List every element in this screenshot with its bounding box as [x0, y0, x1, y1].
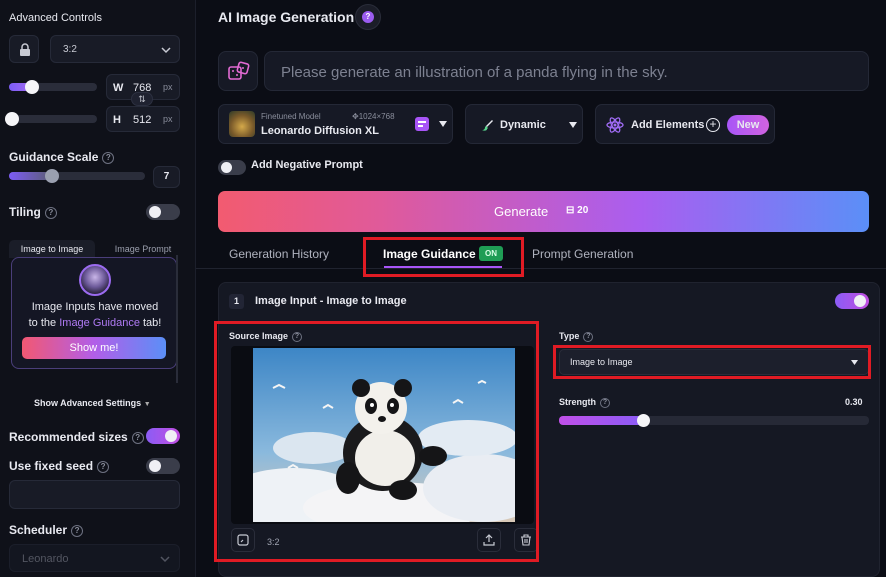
- image-guidance-link[interactable]: Image Guidance: [59, 317, 140, 329]
- wizard-avatar: [79, 264, 111, 296]
- recommended-sizes-label: Recommended sizes?: [9, 430, 144, 444]
- model-select[interactable]: Finetuned Model ✥1024×768 Leonardo Diffu…: [218, 104, 453, 144]
- height-slider-thumb[interactable]: [5, 112, 19, 126]
- guidance-slider-thumb[interactable]: [45, 169, 59, 183]
- plus-icon: +: [706, 118, 720, 132]
- height-field[interactable]: H 512 px: [106, 106, 180, 132]
- caret-down-icon: [439, 121, 447, 127]
- help-icon[interactable]: ?: [600, 397, 610, 408]
- highlight-source-image: [214, 321, 539, 562]
- prompt-placeholder: Please generate an illustration of a pan…: [281, 64, 668, 81]
- image-input-toggle[interactable]: [835, 293, 869, 309]
- show-me-button[interactable]: Show me!: [22, 337, 166, 359]
- guidance-value[interactable]: 7: [153, 166, 180, 188]
- strength-slider-thumb[interactable]: [636, 414, 650, 427]
- height-slider[interactable]: [5, 112, 97, 126]
- tab-image-prompt[interactable]: Image Prompt: [100, 240, 186, 258]
- sidebar: Advanced Controls 3:2 W 768 px ⇅ H 512 p…: [0, 0, 196, 577]
- width-unit: px: [163, 82, 173, 92]
- dice-icon: [228, 61, 250, 80]
- swap-dimensions-icon[interactable]: ⇅: [131, 92, 153, 106]
- model-settings-icon[interactable]: [415, 117, 429, 131]
- help-icon[interactable]: ?: [583, 331, 594, 342]
- panel-title: Image Input - Image to Image: [255, 295, 407, 307]
- model-size: ✥1024×768: [352, 112, 395, 121]
- move-icon: ✥: [352, 112, 359, 121]
- seed-input[interactable]: [9, 480, 180, 509]
- help-icon[interactable]: ?: [131, 431, 144, 444]
- sidebar-scrollbar[interactable]: [176, 255, 178, 383]
- negative-prompt-toggle[interactable]: [218, 160, 246, 175]
- lock-icon: [20, 43, 30, 56]
- style-select[interactable]: Dynamic: [465, 104, 583, 144]
- help-icon[interactable]: ?: [102, 151, 115, 164]
- highlight-type-select: [553, 345, 871, 379]
- token-icon: ⊟: [566, 205, 578, 216]
- model-name: Leonardo Diffusion XL: [261, 125, 379, 137]
- advanced-controls-title: Advanced Controls: [9, 12, 102, 24]
- scheduler-value: Leonardo: [22, 553, 69, 565]
- type-label: Type?: [559, 331, 594, 342]
- tiling-toggle[interactable]: [146, 204, 180, 220]
- width-slider-thumb[interactable]: [25, 80, 39, 94]
- caret-down-icon: [569, 122, 577, 128]
- height-unit: px: [163, 114, 173, 124]
- help-icon[interactable]: ?: [71, 524, 84, 537]
- tab-prompt-generation[interactable]: Prompt Generation: [532, 247, 633, 261]
- strength-slider[interactable]: [559, 414, 869, 427]
- caret-down-icon: ▼: [143, 401, 151, 408]
- token-cost: ⊟ 20: [566, 205, 589, 216]
- notice-line-1: Image Inputs have moved: [31, 301, 159, 313]
- tab-generation-history[interactable]: Generation History: [229, 247, 329, 261]
- aspect-ratio-select[interactable]: 3:2: [50, 35, 180, 63]
- negative-prompt-label: Add Negative Prompt: [251, 159, 363, 171]
- lock-aspect-button[interactable]: [9, 35, 39, 63]
- model-caption: Finetuned Model: [261, 112, 321, 121]
- strength-slider-fill: [559, 416, 643, 425]
- atom-icon: [606, 117, 624, 133]
- prompt-input[interactable]: Please generate an illustration of a pan…: [264, 51, 869, 91]
- help-icon[interactable]: ?: [44, 206, 57, 219]
- tabs-divider: [196, 268, 886, 269]
- chevron-down-icon: [160, 556, 170, 563]
- strength-value: 0.30: [845, 397, 863, 407]
- model-thumbnail: [229, 111, 255, 137]
- show-advanced-settings[interactable]: Show Advanced Settings ▼: [34, 398, 151, 408]
- add-elements-label: Add Elements: [631, 119, 705, 131]
- fixed-seed-toggle[interactable]: [146, 458, 180, 474]
- generate-label: Generate: [494, 204, 549, 219]
- aspect-ratio-value: 3:2: [63, 44, 77, 55]
- recommended-sizes-toggle[interactable]: [146, 428, 180, 444]
- guidance-slider[interactable]: [9, 169, 145, 183]
- help-icon: ?: [362, 11, 374, 23]
- notice-line-2: to the Image Guidance tab!: [28, 317, 162, 329]
- help-icon[interactable]: ?: [97, 460, 110, 473]
- panel-index: 1: [229, 294, 244, 309]
- chevron-down-icon: [161, 47, 171, 54]
- random-prompt-button[interactable]: [218, 51, 258, 91]
- add-elements-button[interactable]: Add Elements + New: [595, 104, 775, 144]
- highlight-image-guidance-tab: [363, 237, 524, 277]
- width-slider[interactable]: [9, 80, 97, 94]
- scheduler-select[interactable]: Leonardo: [9, 544, 180, 572]
- style-name: Dynamic: [500, 119, 546, 131]
- guidance-scale-label: Guidance Scale?: [9, 150, 115, 164]
- fixed-seed-label: Use fixed seed?: [9, 459, 110, 473]
- page-title: AI Image Generation: [218, 9, 355, 25]
- new-badge: New: [727, 115, 769, 135]
- help-button[interactable]: ?: [355, 4, 381, 30]
- generate-button[interactable]: Generate ⊟ 20: [218, 191, 869, 232]
- brush-icon: [482, 120, 493, 131]
- scheduler-label: Scheduler?: [9, 523, 84, 537]
- width-label: W: [113, 82, 124, 94]
- height-value: 512: [133, 114, 152, 126]
- tiling-label: Tiling?: [9, 205, 57, 219]
- strength-label: Strength?: [559, 397, 610, 408]
- height-label: H: [113, 114, 121, 126]
- image-inputs-notice: Image Inputs have moved to the Image Gui…: [11, 257, 177, 369]
- tab-image-to-image[interactable]: Image to Image: [9, 240, 95, 258]
